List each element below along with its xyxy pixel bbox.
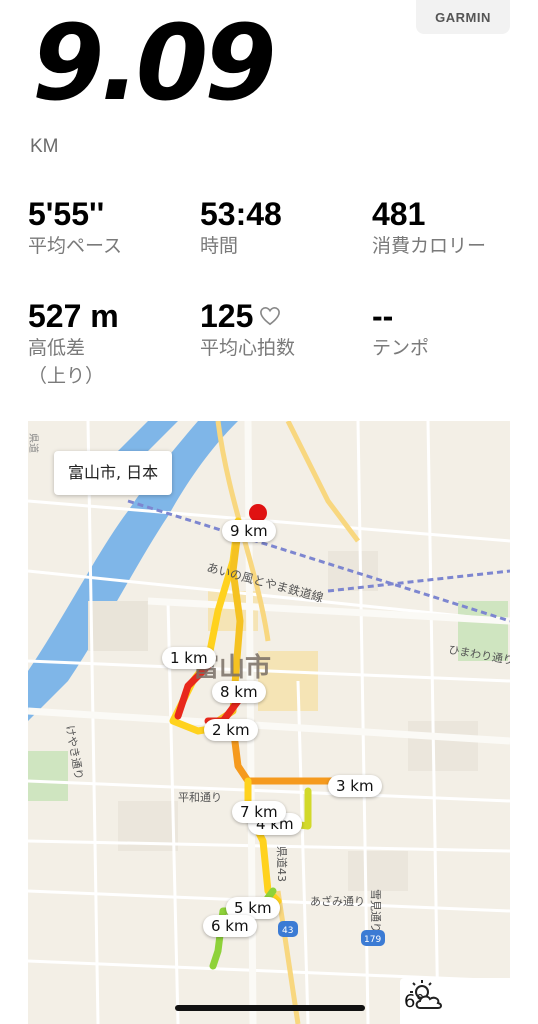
stat-cadence: -- テンポ	[372, 298, 538, 362]
route-shield-label: 179	[364, 935, 381, 945]
distance-value: 9.09	[32, 2, 277, 124]
stat-value: 5'55''	[28, 196, 105, 232]
stat-value: --	[372, 298, 394, 334]
partly-cloudy-icon	[410, 980, 442, 1009]
stat-avg-heart-rate: 125 平均心拍数	[200, 298, 370, 362]
stat-value: 53:48	[200, 196, 282, 232]
garmin-logo: GARMIN	[416, 0, 510, 34]
km-marker: 2 km	[204, 719, 258, 741]
stat-label: 平均ペース	[28, 235, 123, 257]
weather-badge: 6°	[400, 978, 510, 1024]
street-label: 県道43	[275, 846, 289, 882]
stat-label: テンポ	[372, 337, 430, 359]
route-shield-label: 43	[282, 926, 293, 936]
street-label: 平和通り	[178, 791, 222, 804]
stat-avg-pace: 5'55'' 平均ペース	[28, 196, 198, 260]
street-label: 県道	[28, 433, 40, 453]
km-marker: 3 km	[328, 775, 382, 797]
park	[28, 751, 68, 801]
home-indicator[interactable]	[175, 1005, 365, 1011]
route-map[interactable]: 富山市 あいの風とやま鉄道線 ひまわり通り けやき通り 平和通り 県道43 あざ…	[28, 421, 510, 1024]
km-marker: 1 km	[162, 647, 216, 669]
map-block	[408, 721, 478, 771]
stat-value: 527 m	[28, 298, 119, 334]
location-chip[interactable]: 富山市, 日本	[54, 451, 173, 495]
map-canvas: 富山市 あいの風とやま鉄道線 ひまわり通り けやき通り 平和通り 県道43 あざ…	[28, 421, 510, 1024]
street-label: 雪見通り	[369, 889, 382, 933]
stat-label: 消費カロリー	[372, 235, 487, 257]
stat-label: 時間	[200, 235, 239, 257]
stat-label: 平均心拍数	[200, 337, 296, 359]
stat-value: 125	[200, 298, 254, 334]
stat-calories: 481 消費カロリー	[372, 196, 538, 260]
km-marker: 7 km	[232, 801, 286, 823]
stat-value: 481	[372, 196, 426, 232]
stat-value-row: 125	[200, 298, 370, 334]
heart-outline-icon	[260, 306, 281, 326]
garmin-wordmark: GARMIN	[435, 9, 491, 25]
km-marker: 6 km	[203, 915, 257, 937]
map-block	[88, 601, 148, 651]
km-marker: 9 km	[222, 520, 276, 542]
map-block	[348, 851, 408, 891]
stat-label: 高低差 （上り）	[28, 337, 105, 387]
street-label: あざみ通り	[310, 894, 365, 908]
distance-unit: KM	[30, 136, 59, 157]
km-marker: 8 km	[212, 681, 266, 703]
stat-time: 53:48 時間	[200, 196, 370, 260]
stat-elevation-gain: 527 m 高低差 （上り）	[28, 298, 198, 390]
